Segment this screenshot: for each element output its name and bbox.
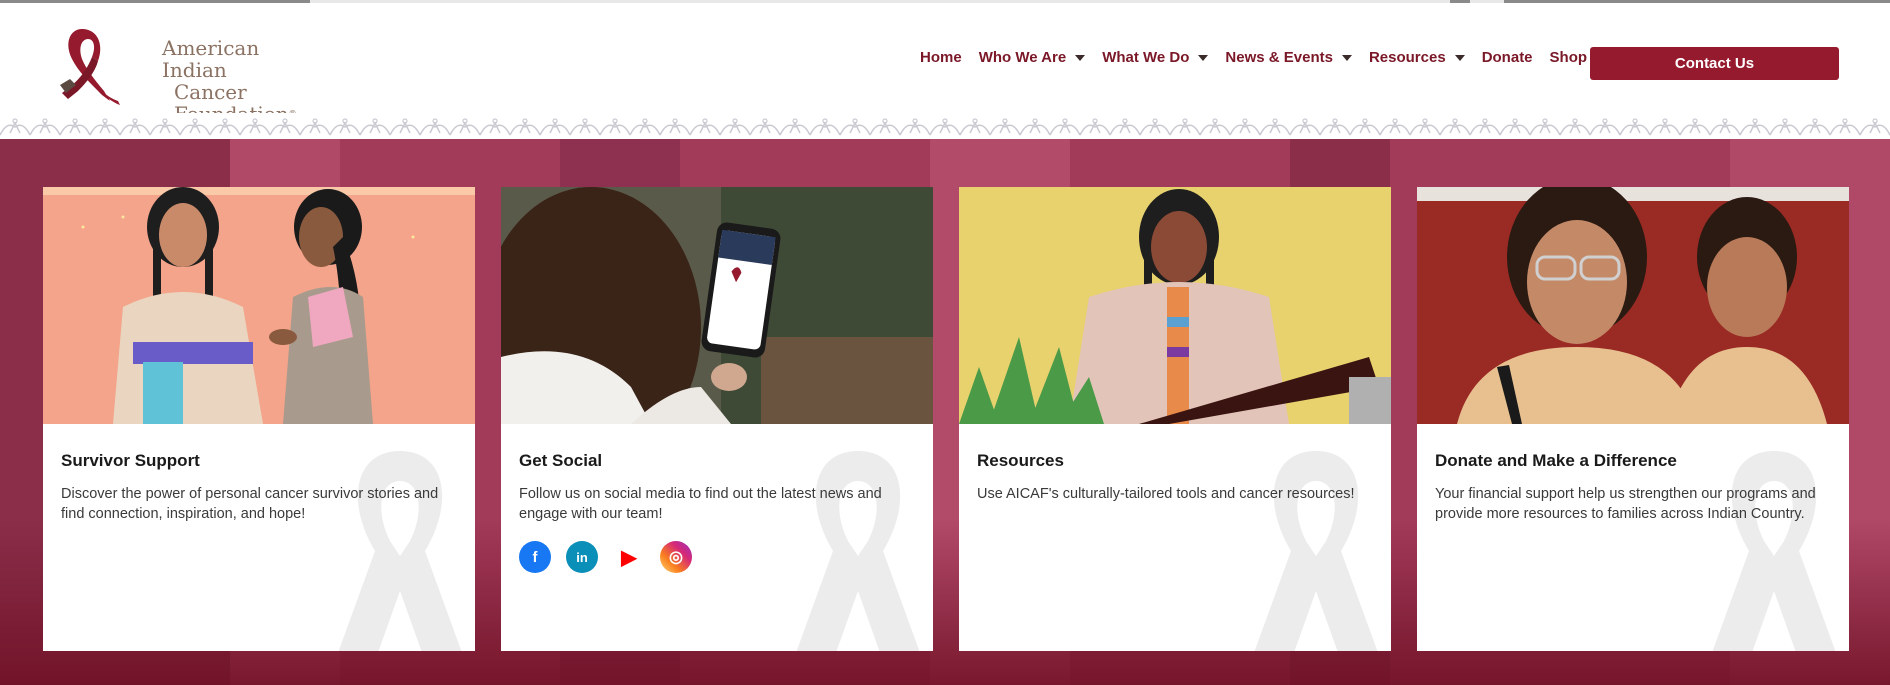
caret-down-icon bbox=[1341, 54, 1352, 61]
nav-home[interactable]: Home bbox=[920, 49, 962, 66]
site-header: American Indian Cancer Foundation® Home … bbox=[0, 3, 1890, 125]
ribbon-watermark-icon bbox=[1254, 451, 1378, 651]
logo-line1: American Indian bbox=[162, 36, 260, 82]
nav-shop[interactable]: Shop bbox=[1550, 49, 1588, 66]
nav-shop-label: Shop bbox=[1549, 49, 1588, 66]
get-social-photo bbox=[501, 187, 933, 424]
card-title[interactable]: Get Social bbox=[519, 451, 602, 471]
card-description: Follow us on social media to find out th… bbox=[519, 486, 882, 522]
youtube-icon[interactable]: ▶ bbox=[613, 541, 645, 573]
caret-down-icon bbox=[1075, 54, 1086, 61]
site-logo[interactable]: American Indian Cancer Foundation® bbox=[52, 21, 312, 125]
facebook-icon[interactable]: f bbox=[519, 541, 551, 573]
decorative-pattern-border bbox=[0, 113, 1890, 139]
card-description: Discover the power of personal cancer su… bbox=[61, 486, 439, 522]
nav-who-we-are[interactable]: Who We Are bbox=[979, 49, 1086, 66]
caret-down-icon bbox=[1454, 54, 1465, 61]
card-description: Your financial support help us strengthe… bbox=[1435, 486, 1816, 522]
survivor-support-illustration bbox=[43, 187, 475, 424]
card-description: Use AICAF's culturally-tailored tools an… bbox=[977, 486, 1355, 502]
linkedin-icon[interactable]: in bbox=[566, 541, 598, 573]
card-title[interactable]: Resources bbox=[977, 451, 1064, 471]
nav-donate-label: Donate bbox=[1481, 49, 1533, 66]
card-survivor-support[interactable]: Survivor Support Discover the power of p… bbox=[43, 187, 475, 651]
ribbon-logo-icon bbox=[60, 29, 120, 105]
nav-news-events-label: News & Events bbox=[1225, 49, 1333, 66]
nav-donate[interactable]: Donate bbox=[1482, 49, 1533, 66]
card-title[interactable]: Survivor Support bbox=[61, 451, 200, 471]
nav-what-we-do[interactable]: What We Do bbox=[1102, 49, 1209, 66]
main-nav: Home Who We Are What We Do News & Events… bbox=[920, 49, 1604, 66]
ribbon-watermark-icon bbox=[338, 451, 462, 651]
nav-home-label: Home bbox=[920, 49, 962, 66]
nav-resources[interactable]: Resources bbox=[1369, 49, 1465, 66]
ribbon-watermark-icon bbox=[796, 451, 920, 651]
card-donate[interactable]: Donate and Make a Difference Your financ… bbox=[1417, 187, 1849, 651]
nav-resources-label: Resources bbox=[1368, 49, 1446, 66]
ribbon-watermark-icon bbox=[1712, 451, 1836, 651]
nav-who-we-are-label: Who We Are bbox=[978, 49, 1067, 66]
caret-down-icon bbox=[1198, 54, 1209, 61]
contact-us-button[interactable]: Contact Us bbox=[1590, 47, 1839, 80]
social-links: f in ▶ ◎ bbox=[519, 541, 707, 573]
donate-photo bbox=[1417, 187, 1849, 424]
resources-illustration bbox=[959, 187, 1391, 424]
instagram-icon[interactable]: ◎ bbox=[660, 541, 692, 573]
card-resources[interactable]: Resources Use AICAF's culturally-tailore… bbox=[959, 187, 1391, 651]
nav-news-events[interactable]: News & Events bbox=[1225, 49, 1352, 66]
nav-what-we-do-label: What We Do bbox=[1102, 49, 1190, 66]
card-get-social[interactable]: Get Social Follow us on social media to … bbox=[501, 187, 933, 651]
card-title[interactable]: Donate and Make a Difference bbox=[1435, 451, 1677, 471]
